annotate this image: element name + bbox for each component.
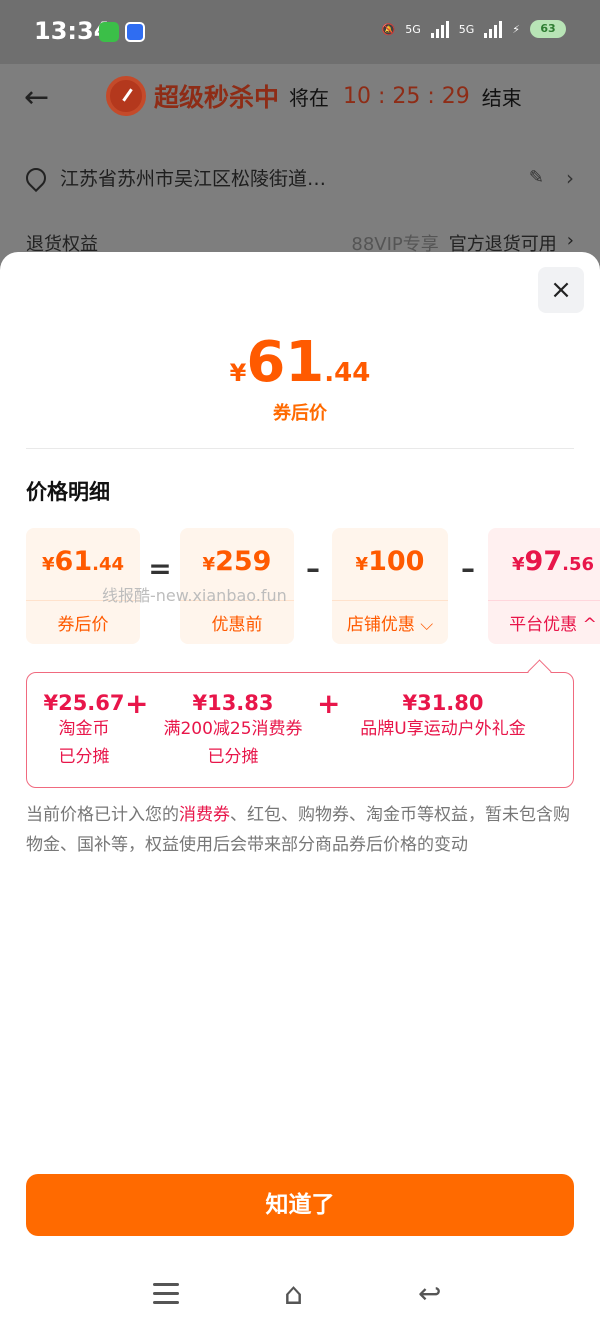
seckill-title: 超级秒杀中 — [154, 83, 280, 112]
breakdown-label: 券后价 — [57, 615, 109, 635]
home-icon[interactable]: ⌂ — [284, 1277, 303, 1312]
mute-icon: 🔕 — [381, 22, 396, 36]
platform-item: ¥25.67 淘金币 已分摊 — [41, 691, 127, 771]
signal-icon — [430, 20, 449, 38]
consumption-coupon-link[interactable]: 消费券 — [179, 805, 230, 825]
hero-price-label: 券后价 — [273, 403, 327, 424]
back-arrow-icon[interactable]: ← — [24, 80, 49, 115]
breakdown-value: 61 — [54, 546, 93, 577]
breakdown-label: 平台优惠 ^ — [509, 615, 597, 635]
yen-sign: ¥ — [355, 554, 369, 575]
platform-item-line1: 满200减25消费券 — [163, 719, 303, 739]
platform-item: ¥31.80 品牌U享运动户外礼金 — [345, 691, 541, 743]
section-title: 价格明细 — [26, 480, 110, 504]
breakdown-decimal: .44 — [92, 554, 124, 575]
hero-yen: ¥ — [229, 359, 247, 387]
address-row[interactable]: 江苏省苏州市吴江区松陵街道… ✎ › — [21, 163, 574, 192]
hero-price-int: 61 — [246, 330, 325, 395]
network-label-b: 5G — [458, 22, 475, 36]
network-label-a: 5G — [405, 22, 421, 36]
charging-icon: ⚡ — [512, 22, 520, 36]
message-app-icon — [125, 22, 145, 42]
breakdown-shop-discount[interactable]: ¥100 店铺优惠 ⌵ — [332, 528, 448, 644]
breakdown-decimal: .56 — [562, 554, 594, 575]
system-nav-bar: ⌂ ↩ — [0, 1259, 600, 1333]
platform-item-line2: 已分摊 — [58, 747, 110, 767]
platform-discount-panel: ¥25.67 淘金币 已分摊 + ¥13.83 满200减25消费券 已分摊 +… — [26, 672, 574, 788]
platform-item-value: ¥13.83 — [192, 691, 274, 715]
platform-item-line1: 品牌U享运动户外礼金 — [360, 719, 526, 739]
equals-operator: = — [148, 552, 172, 585]
status-icons: 🔕 5G 5G ⚡ 63 — [381, 20, 566, 38]
seckill-banner: 超级秒杀中 将在 10 : 25 : 29 结束 — [106, 76, 522, 116]
status-bar: 13:34 🔕 5G 5G ⚡ 63 — [0, 0, 600, 64]
platform-item-line2: 已分摊 — [207, 747, 259, 767]
breakdown-value: 97 — [524, 546, 563, 577]
menu-icon[interactable] — [153, 1283, 179, 1310]
yen-sign: ¥ — [202, 554, 216, 575]
close-icon: × — [550, 275, 572, 305]
price-detail-sheet: × ¥61.44 券后价 价格明细 ¥61.44 券后价 = ¥259 优惠前 … — [0, 252, 600, 1333]
chevron-right-icon: › — [566, 165, 574, 190]
platform-item-value: ¥25.67 — [43, 691, 125, 715]
hero-price-dec: .44 — [324, 358, 371, 388]
breakdown-label: 优惠前 — [211, 615, 263, 635]
battery-icon: 63 — [530, 20, 566, 38]
platform-item: ¥13.83 满200减25消费券 已分摊 — [153, 691, 313, 771]
plus-operator: + — [125, 687, 149, 720]
got-it-button[interactable]: 知道了 — [26, 1174, 574, 1236]
yen-sign: ¥ — [42, 554, 55, 575]
minus-operator: – — [461, 552, 475, 585]
signal-icon-2 — [484, 20, 503, 38]
final-price: ¥61.44 券后价 — [0, 330, 600, 425]
product-page-background: ← 超级秒杀中 将在 10 : 25 : 29 结束 江苏省苏州市吴江区松陵街道… — [0, 64, 600, 264]
breakdown-label: 店铺优惠 ⌵ — [346, 615, 434, 635]
seckill-countdown: 10 : 25 : 29 — [343, 83, 470, 109]
platform-item-line1: 淘金币 — [58, 719, 110, 739]
breakdown-value: 259 — [215, 546, 272, 577]
close-button[interactable]: × — [538, 267, 584, 313]
divider — [26, 448, 574, 449]
wechat-icon — [99, 22, 119, 42]
minus-operator: – — [306, 552, 320, 585]
stopwatch-icon — [106, 76, 146, 116]
watermark: 线报酷-new.xianbao.fun — [102, 586, 287, 605]
plus-operator: + — [317, 687, 341, 720]
seckill-will-label: 将在 — [289, 85, 330, 110]
seckill-end-label: 结束 — [481, 85, 522, 110]
breakdown-value: 100 — [368, 546, 425, 577]
platform-item-value: ¥31.80 — [402, 691, 484, 715]
address-text: 江苏省苏州市吴江区松陵街道… — [60, 168, 327, 190]
breakdown-platform-discount[interactable]: ¥97.56 平台优惠 ^ — [488, 528, 600, 644]
yen-sign: ¥ — [512, 554, 525, 575]
note-text-pre: 当前价格已计入您的 — [26, 805, 179, 825]
back-nav-icon[interactable]: ↩ — [418, 1277, 441, 1310]
price-note: 当前价格已计入您的消费券、红包、购物券、淘金币等权益，暂未包含购物金、国补等，权… — [26, 800, 574, 860]
edit-icon[interactable]: ✎ — [529, 167, 544, 188]
location-pin-icon — [21, 163, 51, 192]
